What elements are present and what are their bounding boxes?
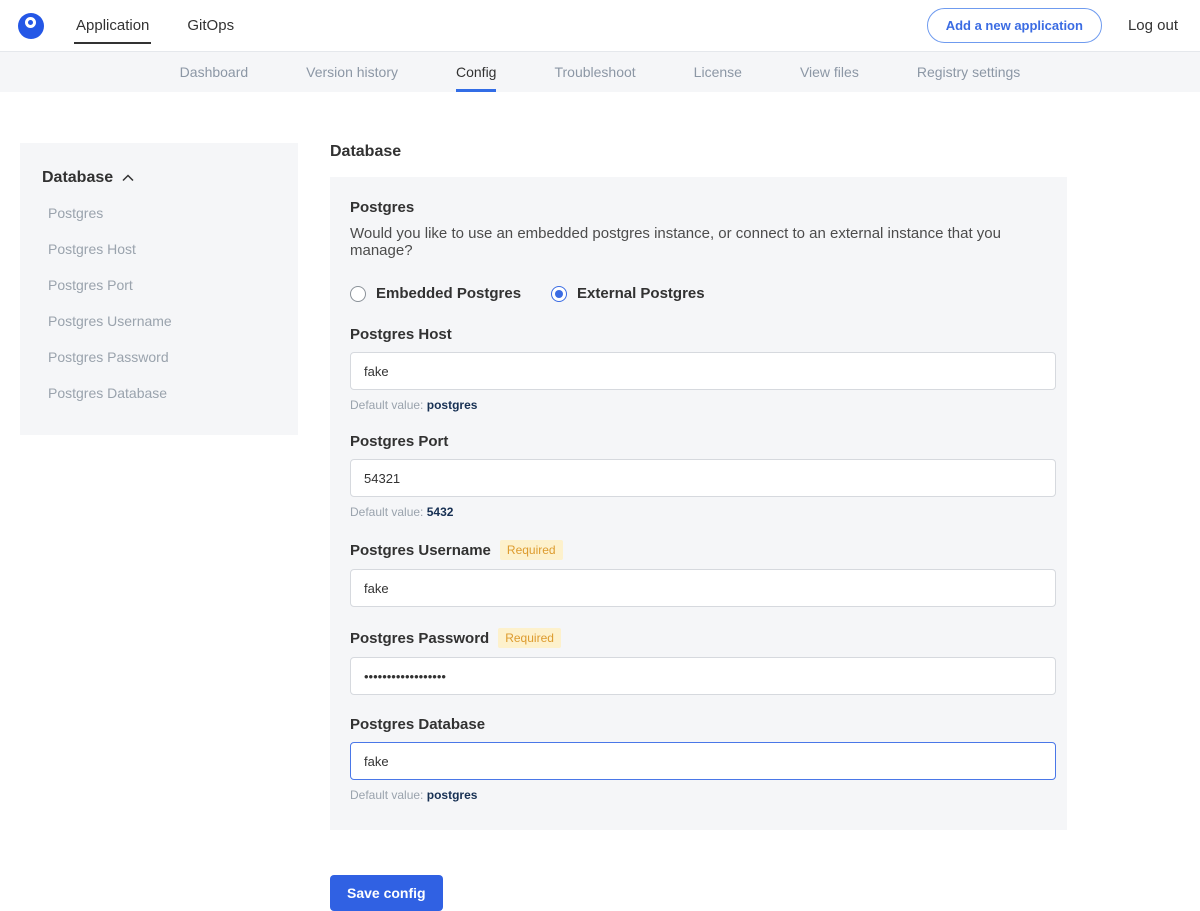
field-label-row: Postgres Host: [350, 326, 1056, 343]
tab-gitops[interactable]: GitOps: [185, 0, 236, 51]
sidebar-item-postgres-username[interactable]: Postgres Username: [20, 303, 298, 339]
config-group-box: Postgres Would you like to use an embedd…: [330, 177, 1067, 830]
tab-application-label: Application: [76, 17, 149, 34]
default-value-hint: Default value: postgres: [350, 398, 1056, 412]
radio-external-postgres[interactable]: External Postgres: [551, 285, 705, 302]
postgres-database-input[interactable]: [350, 742, 1056, 780]
header-tabs: Application GitOps: [74, 0, 236, 51]
subnav-tab-license[interactable]: License: [694, 52, 742, 92]
add-new-application-button[interactable]: Add a new application: [927, 8, 1102, 43]
logout-link[interactable]: Log out: [1128, 17, 1178, 34]
radio-unselected-icon: [350, 286, 366, 302]
subnav-tab-license-label: License: [694, 64, 742, 80]
field-label-row: Postgres Port: [350, 433, 1056, 450]
subnav-tab-troubleshoot[interactable]: Troubleshoot: [554, 52, 635, 92]
section-title: Database: [330, 143, 1067, 161]
sidebar-item-postgres[interactable]: Postgres: [20, 195, 298, 231]
default-value-prefix: Default value:: [350, 505, 423, 519]
default-value: 5432: [427, 505, 454, 519]
postgres-username-input[interactable]: [350, 569, 1056, 607]
postgres-password-input[interactable]: [350, 657, 1056, 695]
default-value-hint: Default value: postgres: [350, 788, 1056, 802]
default-value: postgres: [427, 788, 478, 802]
field-label: Postgres Username: [350, 542, 491, 559]
save-config-button[interactable]: Save config: [330, 875, 443, 911]
tab-application[interactable]: Application: [74, 0, 151, 51]
postgres-host-input[interactable]: [350, 352, 1056, 390]
sidebar-item-postgres-database[interactable]: Postgres Database: [20, 375, 298, 411]
subnav-tab-registry-settings[interactable]: Registry settings: [917, 52, 1020, 92]
subnav-tab-config[interactable]: Config: [456, 52, 496, 92]
field-label: Postgres Port: [350, 433, 448, 450]
app-header: Application GitOps Add a new application…: [0, 0, 1200, 52]
subnav-tab-registry-settings-label: Registry settings: [917, 64, 1020, 80]
field-label-row: Postgres Password Required: [350, 628, 1056, 648]
postgres-port-input[interactable]: [350, 459, 1056, 497]
required-badge: Required: [498, 628, 561, 648]
field-postgres-port: Postgres Port Default value: 5432: [350, 433, 1056, 519]
tab-gitops-label: GitOps: [187, 17, 234, 34]
required-badge: Required: [500, 540, 563, 560]
app-logo-icon: [18, 13, 44, 39]
radio-external-postgres-label: External Postgres: [577, 285, 705, 302]
sidebar-item-postgres-host[interactable]: Postgres Host: [20, 231, 298, 267]
default-value-prefix: Default value:: [350, 398, 423, 412]
subnav-tab-config-label: Config: [456, 64, 496, 80]
group-help-text: Would you like to use an embedded postgr…: [350, 225, 1056, 259]
field-postgres-password: Postgres Password Required: [350, 628, 1056, 695]
subnav-tab-dashboard[interactable]: Dashboard: [180, 52, 249, 92]
field-postgres-host: Postgres Host Default value: postgres: [350, 326, 1056, 412]
app-logo-inner-ring: [25, 17, 36, 28]
subnav-tab-view-files[interactable]: View files: [800, 52, 859, 92]
field-postgres-database: Postgres Database Default value: postgre…: [350, 716, 1056, 802]
radio-embedded-postgres-label: Embedded Postgres: [376, 285, 521, 302]
subnav-tab-version-history-label: Version history: [306, 64, 398, 80]
sidebar-group-database-label: Database: [42, 169, 113, 187]
field-label: Postgres Password: [350, 630, 489, 647]
default-value-prefix: Default value:: [350, 788, 423, 802]
radio-embedded-postgres[interactable]: Embedded Postgres: [350, 285, 521, 302]
config-main: Database Postgres Would you like to use …: [330, 143, 1067, 911]
field-postgres-username: Postgres Username Required: [350, 540, 1056, 607]
postgres-mode-radio-group: Embedded Postgres External Postgres: [350, 285, 1056, 302]
default-value-hint: Default value: 5432: [350, 505, 1056, 519]
subnav-tab-dashboard-label: Dashboard: [180, 64, 249, 80]
group-title: Postgres: [350, 199, 1056, 216]
chevron-up-icon: [122, 174, 134, 182]
default-value: postgres: [427, 398, 478, 412]
sidebar-item-postgres-port[interactable]: Postgres Port: [20, 267, 298, 303]
field-label-row: Postgres Database: [350, 716, 1056, 733]
field-label-row: Postgres Username Required: [350, 540, 1056, 560]
sidebar-group-database[interactable]: Database: [20, 169, 298, 195]
content-area: Database Postgres Postgres Host Postgres…: [0, 143, 1200, 911]
config-sidebar: Database Postgres Postgres Host Postgres…: [20, 143, 298, 435]
subnav-tab-view-files-label: View files: [800, 64, 859, 80]
subnav-tab-version-history[interactable]: Version history: [306, 52, 398, 92]
field-label: Postgres Host: [350, 326, 452, 343]
subnav-tab-troubleshoot-label: Troubleshoot: [554, 64, 635, 80]
radio-selected-icon: [551, 286, 567, 302]
app-subnav: Dashboard Version history Config Trouble…: [0, 52, 1200, 92]
field-label: Postgres Database: [350, 716, 485, 733]
sidebar-item-postgres-password[interactable]: Postgres Password: [20, 339, 298, 375]
